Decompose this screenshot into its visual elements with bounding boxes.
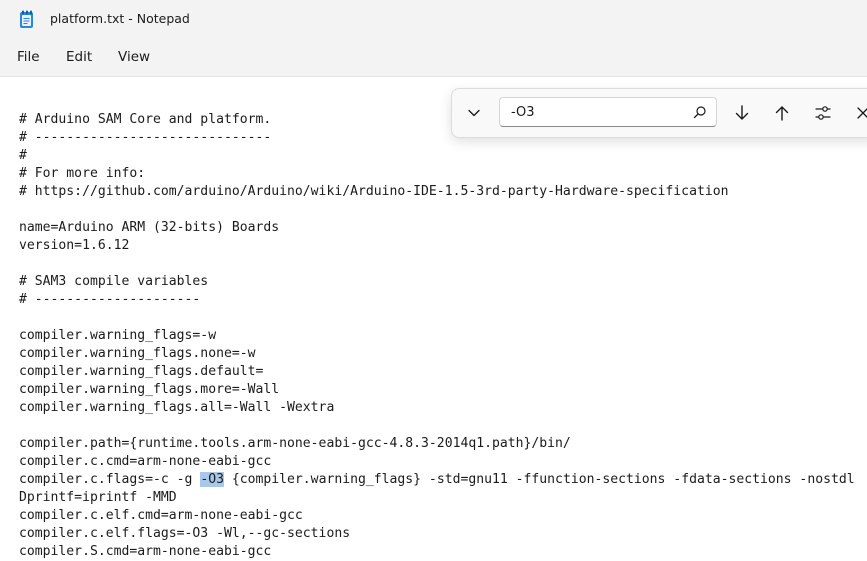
editor-line-highlighted: compiler.c.flags=-c -g -O3 {compiler.war… — [19, 471, 855, 489]
find-input[interactable] — [499, 97, 717, 127]
editor-line: Dprintf=iprintf -MMD — [19, 490, 177, 505]
menu-view[interactable]: View — [116, 49, 152, 65]
editor-line: compiler.warning_flags.default= — [19, 364, 264, 379]
search-icon[interactable] — [693, 105, 707, 119]
editor-line: # For more info: — [19, 166, 146, 181]
chevron-down-icon[interactable] — [464, 103, 484, 123]
menu-bar: File Edit View — [0, 40, 867, 76]
editor-line: compiler.S.cmd=arm-none-eabi-gcc — [19, 544, 272, 559]
editor-line: compiler.c.elf.cmd=arm-none-eabi-gcc — [19, 508, 303, 523]
editor-line: compiler.warning_flags.none=-w — [19, 346, 256, 361]
editor-line: compiler.c.elf.flags=-O3 -Wl,--gc-sectio… — [19, 526, 351, 541]
find-options-icon[interactable] — [813, 103, 833, 123]
window-title: platform.txt - Notepad — [50, 11, 190, 26]
editor-line: compiler.warning_flags=-w — [19, 328, 217, 343]
editor-line: # --------------------- — [19, 292, 201, 307]
menu-edit[interactable]: Edit — [64, 49, 94, 65]
editor-line: # SAM3 compile variables — [19, 274, 209, 289]
editor-line: compiler.path={runtime.tools.arm-none-ea… — [19, 436, 571, 451]
find-previous-arrow-up-icon[interactable] — [772, 103, 792, 123]
search-match-highlight: -O3 — [200, 472, 224, 487]
notepad-icon — [19, 10, 35, 29]
line-text-after-match: {compiler.warning_flags} -std=gnu11 -ffu… — [223, 472, 855, 487]
editor-line: compiler.warning_flags.all=-Wall -Wextra — [19, 400, 335, 415]
menu-file[interactable]: File — [15, 49, 42, 65]
editor-line: compiler.c.cmd=arm-none-eabi-gcc — [19, 454, 272, 469]
editor-line: compiler.warning_flags.more=-Wall — [19, 382, 280, 397]
title-bar[interactable]: platform.txt - Notepad — [0, 0, 867, 40]
close-icon[interactable] — [853, 103, 867, 123]
editor-line: version=1.6.12 — [19, 238, 130, 253]
editor-line: # https://github.com/arduino/Arduino/wik… — [19, 184, 729, 199]
find-next-arrow-down-icon[interactable] — [732, 103, 752, 123]
text-editor[interactable]: # Arduino SAM Core and platform. # -----… — [0, 76, 867, 561]
editor-line: # — [19, 148, 27, 163]
line-text-before-match: compiler.c.flags=-c -g — [19, 472, 201, 487]
find-bar — [451, 88, 867, 138]
editor-line: name=Arduino ARM (32-bits) Boards — [19, 220, 280, 235]
editor-line: # Arduino SAM Core and platform. — [19, 112, 272, 127]
editor-line: # ------------------------------ — [19, 130, 272, 145]
